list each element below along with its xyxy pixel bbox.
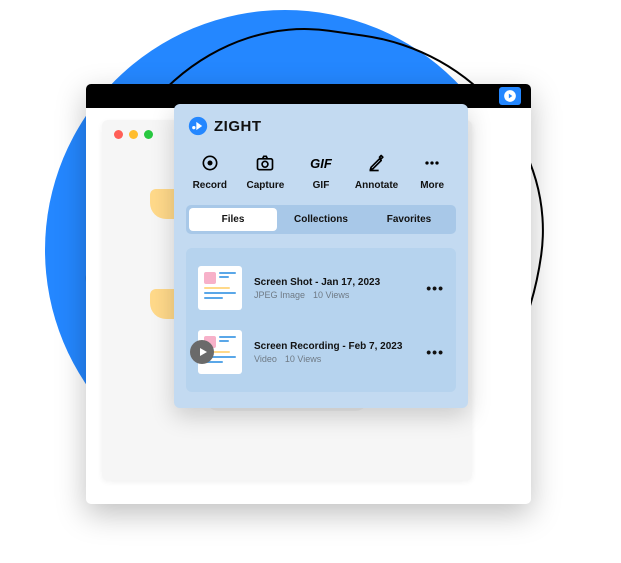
file-title: Screen Recording - Feb 7, 2023 xyxy=(254,341,414,352)
zight-panel: ZIGHT Record Capture GIF GIF Annotate xyxy=(174,104,468,408)
camera-icon xyxy=(254,152,276,174)
file-info: Screen Shot - Jan 17, 2023 JPEG Image10 … xyxy=(254,277,414,300)
file-item[interactable]: Screen Recording - Feb 7, 2023 Video10 V… xyxy=(186,320,456,384)
zight-logo-icon xyxy=(188,116,208,136)
titlebar-zight-icon xyxy=(499,87,521,105)
toolbar: Record Capture GIF GIF Annotate More xyxy=(174,146,468,205)
file-meta: Video10 Views xyxy=(254,354,414,364)
tab-collections[interactable]: Collections xyxy=(277,208,365,231)
tool-label: GIF xyxy=(313,180,330,191)
file-info: Screen Recording - Feb 7, 2023 Video10 V… xyxy=(254,341,414,364)
tab-favorites[interactable]: Favorites xyxy=(365,208,453,231)
gif-button[interactable]: GIF GIF xyxy=(295,152,347,191)
tool-label: Annotate xyxy=(355,180,398,191)
close-dot-icon xyxy=(114,130,123,139)
file-meta: JPEG Image10 Views xyxy=(254,290,414,300)
tab-files[interactable]: Files xyxy=(189,208,277,231)
panel-header: ZIGHT xyxy=(174,104,468,146)
capture-button[interactable]: Capture xyxy=(239,152,291,191)
record-icon xyxy=(199,152,221,174)
tabs: Files Collections Favorites xyxy=(186,205,456,234)
tool-label: More xyxy=(420,180,444,191)
play-icon xyxy=(190,340,214,364)
file-thumbnail xyxy=(198,266,242,310)
file-more-icon[interactable]: ••• xyxy=(426,280,444,296)
minimize-dot-icon xyxy=(129,130,138,139)
maximize-dot-icon xyxy=(144,130,153,139)
annotate-button[interactable]: Annotate xyxy=(351,152,403,191)
file-more-icon[interactable]: ••• xyxy=(426,344,444,360)
file-item[interactable]: Screen Shot - Jan 17, 2023 JPEG Image10 … xyxy=(186,256,456,320)
tool-label: Record xyxy=(193,180,227,191)
pencil-icon xyxy=(366,152,388,174)
record-button[interactable]: Record xyxy=(184,152,236,191)
tool-label: Capture xyxy=(246,180,284,191)
brand-name: ZIGHT xyxy=(214,118,262,135)
file-title: Screen Shot - Jan 17, 2023 xyxy=(254,277,414,288)
file-list: Screen Shot - Jan 17, 2023 JPEG Image10 … xyxy=(186,248,456,392)
more-button[interactable]: More xyxy=(406,152,458,191)
gif-icon: GIF xyxy=(310,152,332,174)
more-icon xyxy=(421,152,443,174)
